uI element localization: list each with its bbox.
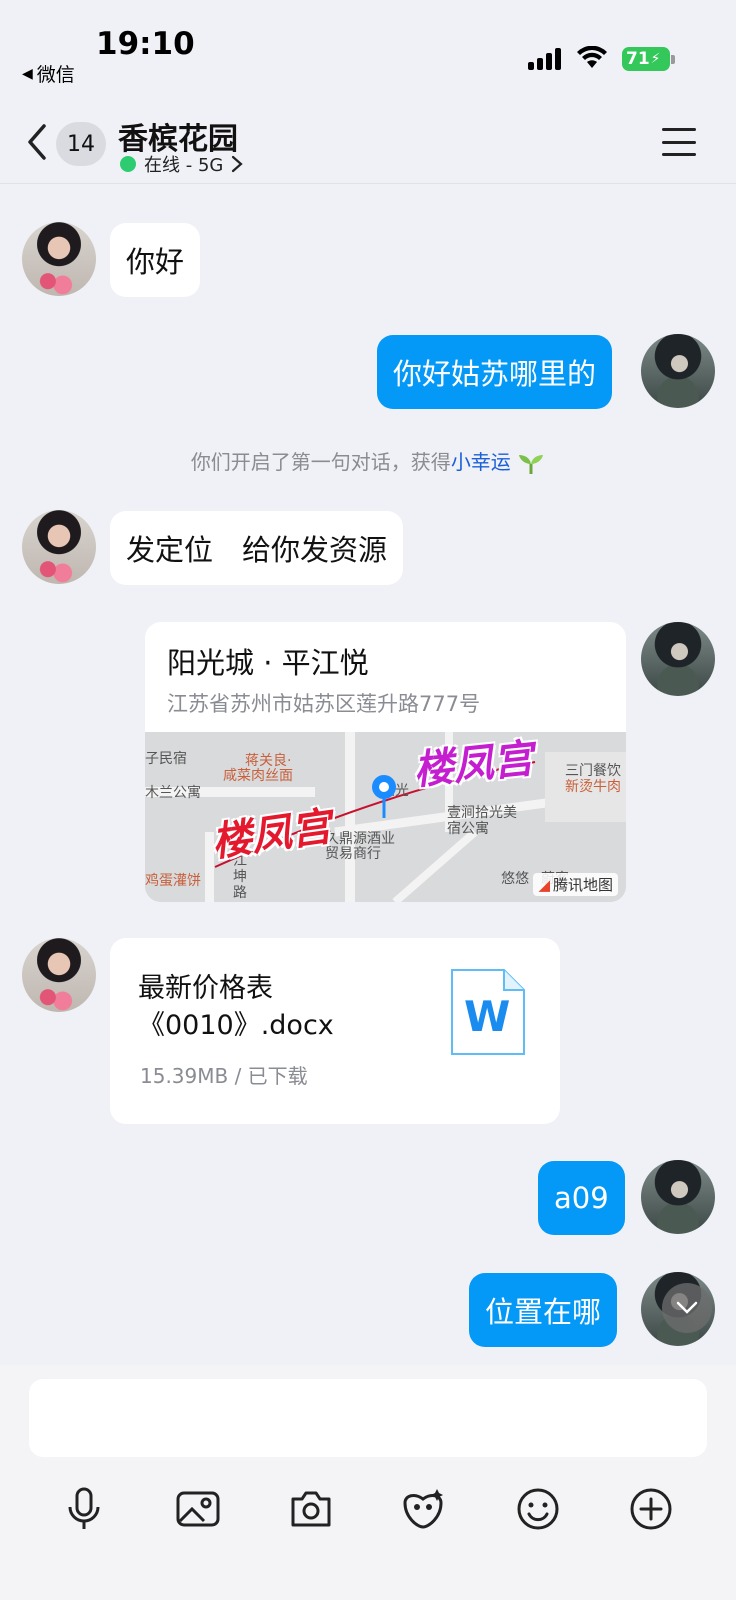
map-label: 鸡蛋灌饼 [145, 873, 201, 889]
system-message: 你们开启了第一句对话，获得小幸运 [0, 446, 736, 476]
back-app-label: 微信 [36, 64, 75, 86]
online-status[interactable]: 在线 - 5G [120, 151, 244, 177]
message-bubble-incoming[interactable]: 发定位 给你发资源 [110, 511, 404, 585]
system-message-text: 你们开启了第一句对话，获得 [190, 450, 451, 474]
status-bar: 19:10 ◀ 微信 71 ⚡ [0, 0, 736, 100]
contact-avatar[interactable] [22, 510, 96, 584]
menu-icon[interactable] [662, 128, 696, 156]
message-bubble-outgoing[interactable]: a09 [538, 1161, 625, 1235]
message-bubble-incoming[interactable]: 你好 [110, 223, 201, 297]
composer [0, 1365, 736, 1600]
back-to-app-link[interactable]: ◀ 微信 [22, 60, 75, 87]
map-label: 咸菜肉丝面 [223, 768, 293, 784]
map-provider-logo-icon: ◢ [538, 875, 550, 894]
file-name: 最新价格表《0010》.docx [138, 973, 334, 1041]
my-avatar[interactable] [641, 622, 715, 696]
chat-header: 14 香槟花园 在线 - 5G [0, 100, 736, 184]
sprout-icon [519, 454, 544, 474]
composer-toolbar [0, 1475, 736, 1545]
chevron-right-icon [232, 155, 244, 173]
file-message-card[interactable]: 最新价格表《0010》.docx 15.39MB / 已下载 W [110, 938, 560, 1124]
location-pin-icon [372, 775, 396, 818]
message-bubble-outgoing[interactable]: 位置在哪 [469, 1273, 618, 1347]
battery-cap [671, 55, 675, 64]
emoji-icon[interactable] [514, 1485, 562, 1533]
microphone-icon[interactable] [60, 1485, 108, 1533]
map-label: 宿公寓 [447, 821, 489, 837]
status-time: 19:10 [96, 26, 195, 62]
my-avatar[interactable] [641, 1160, 715, 1234]
location-address: 江苏省苏州市姑苏区莲升路777号 [167, 692, 481, 716]
chevron-down-icon [676, 1301, 698, 1314]
online-dot [120, 156, 136, 172]
map-provider-text: 腾讯地图 [552, 876, 613, 894]
battery-level: 71 [626, 49, 650, 69]
map-label: 子民宿 [145, 751, 187, 767]
word-document-icon: W [450, 968, 526, 1056]
wifi-icon [577, 46, 607, 68]
unread-count-badge[interactable]: 14 [56, 122, 106, 166]
map-label: 悠悠 [501, 871, 529, 887]
back-chevron-icon[interactable] [24, 122, 54, 162]
battery-charging-icon: 71 ⚡ [622, 47, 670, 71]
contact-avatar[interactable] [22, 938, 96, 1012]
location-map[interactable]: 子民宿 蒋关良· 咸菜肉丝面 木兰公寓 阳光 壹涧拾光美 宿公寓 三门餐饮 新烫… [145, 732, 626, 902]
word-icon-letter: W [464, 992, 511, 1041]
lucky-link[interactable]: 小幸运 [451, 450, 511, 474]
map-provider-label: ◢ 腾讯地图 [533, 873, 618, 896]
location-title: 阳光城 · 平江悦 [167, 646, 369, 680]
camera-icon[interactable] [287, 1485, 335, 1533]
sticker-icon[interactable] [399, 1485, 447, 1533]
contact-avatar[interactable] [22, 222, 96, 296]
image-icon[interactable] [174, 1485, 222, 1533]
map-label: 路 [233, 885, 247, 901]
my-avatar[interactable] [641, 334, 715, 408]
signal-icon [528, 48, 561, 70]
message-input[interactable] [29, 1379, 707, 1457]
back-triangle-icon: ◀ [22, 65, 33, 82]
message-bubble-outgoing[interactable]: 你好姑苏哪里的 [377, 335, 613, 409]
file-meta: 15.39MB / 已下载 [140, 1064, 308, 1088]
plus-icon[interactable] [627, 1485, 675, 1533]
online-status-text: 在线 - 5G [144, 155, 224, 176]
map-label: 新烫牛肉 [565, 779, 621, 795]
map-label: 木兰公寓 [145, 785, 201, 801]
scroll-to-bottom-button[interactable] [662, 1283, 712, 1333]
location-message-card[interactable]: 阳光城 · 平江悦 江苏省苏州市姑苏区莲升路777号 子民宿 蒋关良· 咸菜肉丝… [145, 622, 626, 902]
